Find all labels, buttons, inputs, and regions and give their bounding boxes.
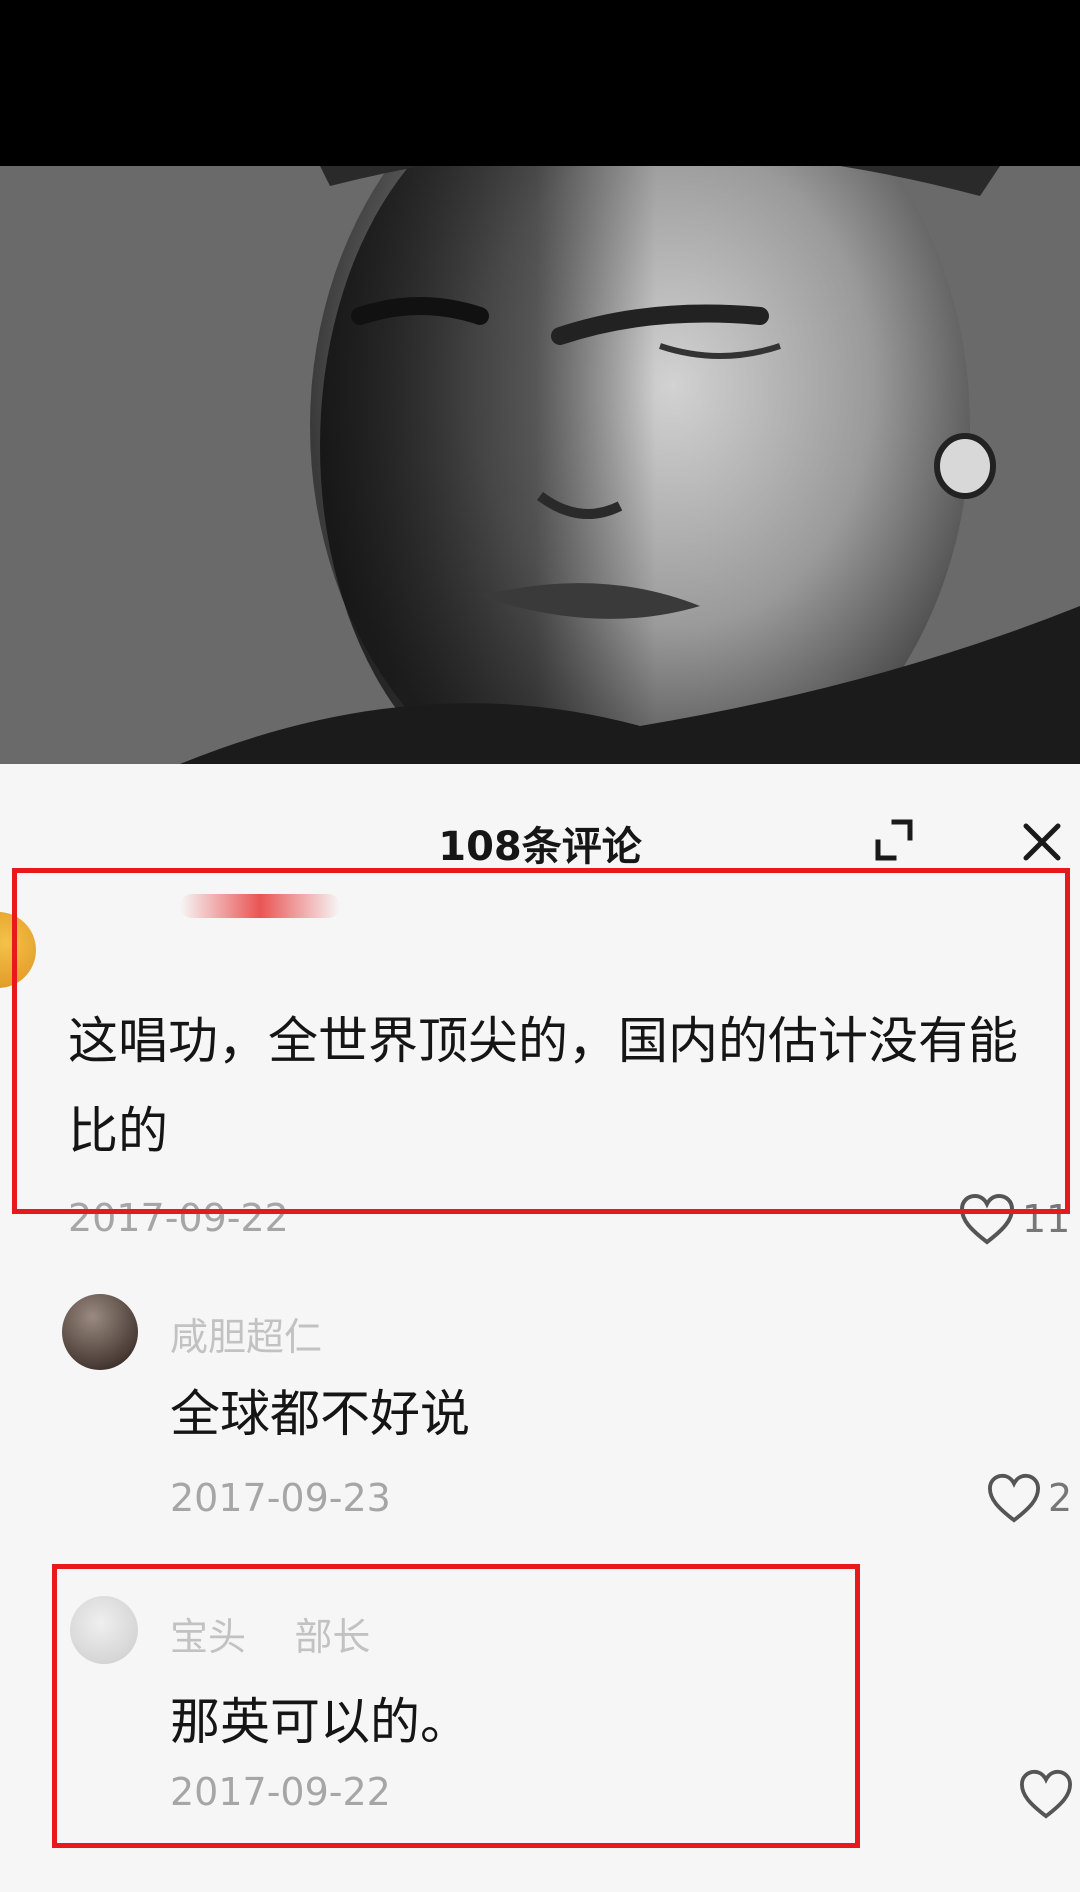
like-button[interactable]: 11: [958, 1192, 1070, 1246]
reply-date: 2017-09-22: [170, 1770, 391, 1814]
like-button[interactable]: [1018, 1768, 1080, 1820]
video-frame[interactable]: [0, 166, 1080, 764]
expand-icon[interactable]: [868, 812, 924, 868]
comments-header: 108条评论: [0, 764, 1080, 874]
close-icon[interactable]: [1012, 812, 1072, 872]
avatar[interactable]: [70, 1596, 138, 1664]
reply-item: 宝头 部长 那英可以的。 2017-09-22: [0, 1564, 1080, 1854]
reply-item: 咸胆超仁 全球都不好说 2017-09-23 2: [0, 1284, 1080, 1544]
avatar[interactable]: [62, 1294, 138, 1370]
like-count: 2: [1048, 1476, 1073, 1520]
top-black-bar: [0, 0, 1080, 166]
comments-panel: 108条评论 这唱功，全世界顶尖的，国内的估计没有能比的 2017-09-22 …: [0, 764, 1080, 1892]
avatar[interactable]: [0, 912, 36, 988]
reply-text: 全球都不好说: [170, 1385, 470, 1443]
like-count: 11: [1022, 1197, 1071, 1241]
username-redacted: [180, 894, 340, 918]
comment-item: 这唱功，全世界顶尖的，国内的估计没有能比的 2017-09-22 11: [0, 874, 1080, 1245]
like-button[interactable]: 2: [986, 1472, 1072, 1524]
heart-outline-icon: [1019, 1769, 1073, 1819]
reply-text: 那英可以的。: [170, 1693, 470, 1751]
comment-text: 这唱功，全世界顶尖的，国内的估计没有能比的: [68, 1012, 1018, 1160]
reply-date: 2017-09-23: [170, 1476, 391, 1520]
reply-username[interactable]: 咸胆超仁: [170, 1306, 322, 1361]
comment-date: 2017-09-22: [68, 1196, 289, 1240]
singer-closeup-image: [0, 166, 1080, 764]
heart-outline-icon: [987, 1473, 1041, 1523]
reply-username[interactable]: 宝头 部长: [170, 1606, 370, 1661]
heart-outline-icon: [959, 1193, 1015, 1245]
